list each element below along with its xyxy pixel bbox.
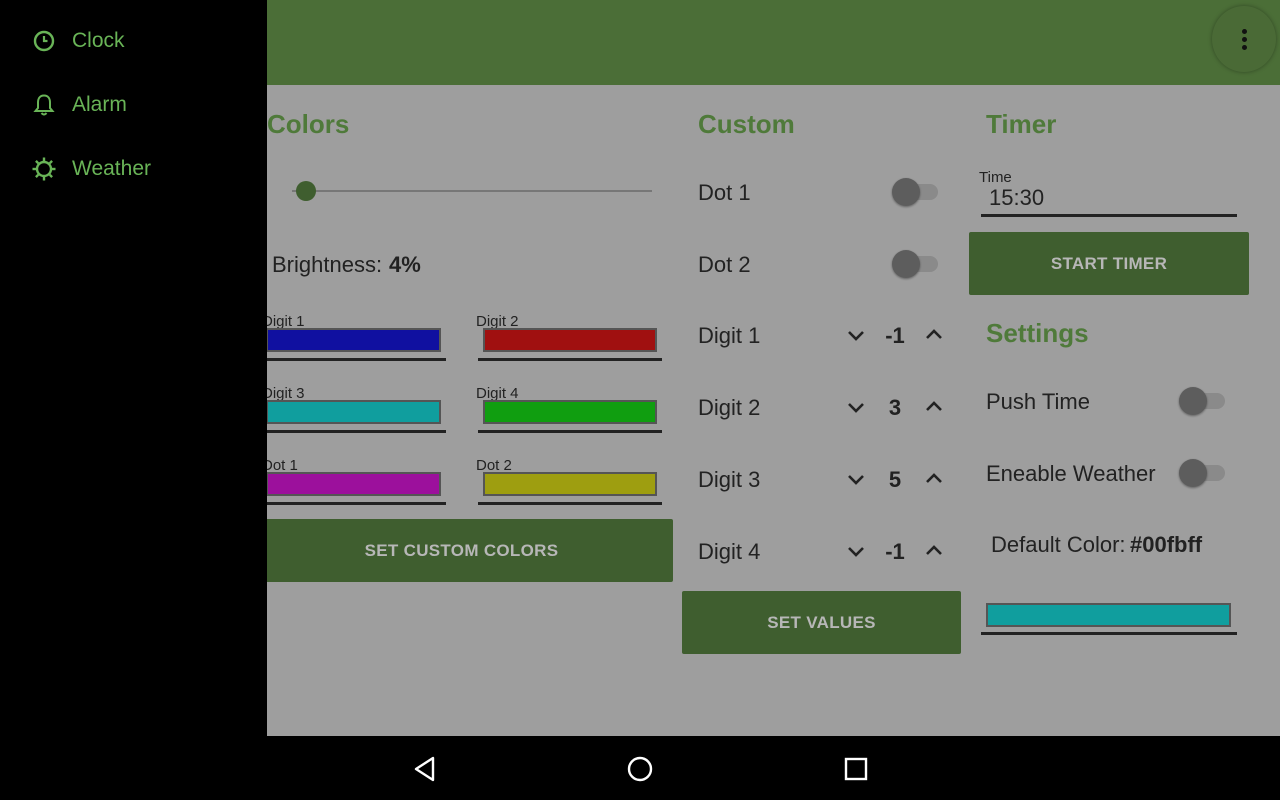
- brightness-slider-track[interactable]: [292, 190, 652, 192]
- digit4-label: Digit 4: [698, 539, 761, 564]
- digit1-value: -1: [885, 323, 905, 348]
- sun-icon: [32, 157, 56, 181]
- color-dot2-underline: [478, 502, 662, 505]
- color-digit4-underline: [478, 430, 662, 433]
- dot1-toggle[interactable]: [892, 177, 940, 207]
- digit3-value: 5: [888, 467, 902, 492]
- color-digit4-swatch[interactable]: [483, 400, 657, 424]
- color-digit2-underline: [478, 358, 662, 361]
- back-icon[interactable]: [410, 754, 440, 784]
- time-input[interactable]: 15:30: [989, 185, 1044, 211]
- custom-title: Custom: [698, 109, 795, 139]
- chevron-down-icon[interactable]: [847, 401, 865, 415]
- home-icon[interactable]: [625, 754, 655, 784]
- bell-icon: [33, 94, 55, 116]
- digit2-value: 3: [888, 395, 902, 420]
- color-dot1-swatch[interactable]: [266, 472, 441, 496]
- digit2-label: Digit 2: [698, 395, 761, 420]
- color-digit1-swatch[interactable]: [266, 328, 441, 352]
- time-input-underline: [981, 214, 1237, 217]
- drawer-item-alarm[interactable]: Alarm: [0, 75, 267, 135]
- system-nav-bar: [0, 736, 1280, 800]
- drawer-item-label: Weather: [72, 157, 151, 180]
- push-time-toggle[interactable]: [1179, 386, 1227, 416]
- overflow-menu-button[interactable]: [1212, 6, 1276, 72]
- clock-icon: [33, 30, 55, 52]
- brightness-value: 4%: [389, 252, 421, 277]
- drawer-item-weather[interactable]: Weather: [0, 139, 267, 199]
- digit1-label: Digit 1: [698, 323, 761, 348]
- default-color-swatch[interactable]: [986, 603, 1231, 627]
- push-time-label: Push Time: [986, 389, 1090, 414]
- color-dot2-swatch[interactable]: [483, 472, 657, 496]
- color-digit3-swatch[interactable]: [266, 400, 441, 424]
- chevron-up-icon[interactable]: [925, 327, 943, 341]
- chevron-down-icon[interactable]: [847, 545, 865, 559]
- dot2-toggle[interactable]: [892, 249, 940, 279]
- settings-title: Settings: [986, 318, 1089, 348]
- dot2-label: Dot 2: [698, 252, 751, 277]
- brightness-slider-thumb[interactable]: [296, 181, 317, 201]
- drawer-item-label: Alarm: [72, 93, 127, 116]
- timer-title: Timer: [986, 109, 1057, 139]
- dot1-label: Dot 1: [698, 180, 751, 205]
- enable-weather-label: Eneable Weather: [986, 461, 1156, 486]
- chevron-up-icon[interactable]: [925, 399, 943, 413]
- more-vert-icon: [1241, 28, 1247, 50]
- chevron-up-icon[interactable]: [925, 471, 943, 485]
- digit3-label: Digit 3: [698, 467, 761, 492]
- brightness-label: Brightness:: [272, 252, 383, 277]
- colors-title: Colors: [267, 109, 350, 139]
- chevron-down-icon[interactable]: [847, 473, 865, 487]
- default-color-label: Default Color:: [991, 532, 1126, 557]
- color-digit1-underline: [262, 358, 446, 361]
- drawer-item-clock[interactable]: Clock: [0, 11, 267, 71]
- color-dot1-underline: [262, 502, 446, 505]
- default-color-value: #00fbff: [1130, 532, 1203, 557]
- chevron-up-icon[interactable]: [925, 543, 943, 557]
- digit4-value: -1: [885, 539, 905, 564]
- color-digit2-swatch[interactable]: [483, 328, 657, 352]
- time-field-label: Time: [979, 169, 1012, 186]
- set-values-button[interactable]: SET VALUES: [682, 591, 961, 654]
- recents-icon[interactable]: [841, 754, 871, 784]
- default-color-underline: [981, 632, 1237, 635]
- start-timer-button[interactable]: START TIMER: [969, 232, 1249, 295]
- navigation-drawer: Clock Alarm Weather: [0, 0, 267, 736]
- enable-weather-toggle[interactable]: [1179, 458, 1227, 488]
- set-custom-colors-button[interactable]: SET CUSTOM COLORS: [250, 519, 673, 582]
- color-digit3-underline: [262, 430, 446, 433]
- drawer-item-label: Clock: [72, 29, 125, 52]
- chevron-down-icon[interactable]: [847, 329, 865, 343]
